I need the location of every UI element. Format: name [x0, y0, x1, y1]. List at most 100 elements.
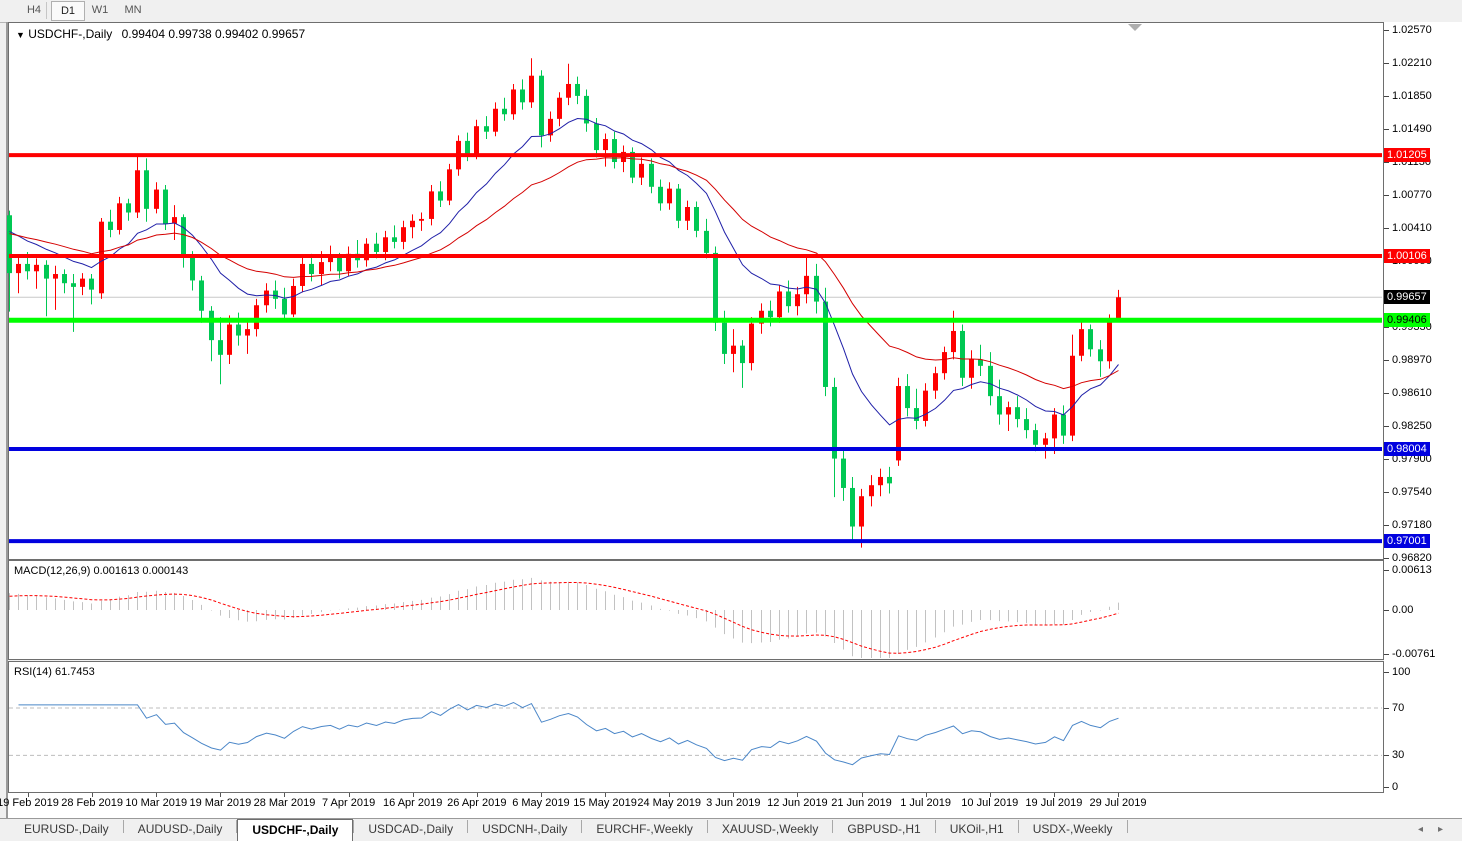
timeframe-button-mn[interactable]: MN [117, 1, 149, 19]
chart-tab-bar: ◂ ▸ EURUSD-,DailyAUDUSD-,DailyUSDCHF-,Da… [0, 818, 1462, 840]
date-tick-label: 3 Jun 2019 [706, 797, 760, 809]
candle [254, 299, 259, 337]
candle [1079, 320, 1084, 361]
symbol-tab-usdchf-daily[interactable]: USDCHF-,Daily [237, 819, 353, 841]
date-tick-label: 26 Apr 2019 [447, 797, 506, 809]
candle [117, 197, 122, 235]
rsi-tick-label: 30 [1392, 749, 1404, 761]
axis-tick-mark [1384, 459, 1389, 460]
trading-terminal: { "toolbar": { "timeframes": ["H4", "D1"… [0, 0, 1462, 840]
candle [484, 116, 489, 139]
price-level-badge: 0.98004 [1384, 442, 1430, 456]
candle [199, 276, 204, 323]
candle [584, 89, 589, 131]
chart-ohlc-values: 0.99404 0.99738 0.99402 0.99657 [122, 27, 306, 41]
candle [291, 279, 296, 318]
rsi-tick-label: 0 [1392, 781, 1398, 793]
candle [649, 158, 654, 193]
price-tick-label: 0.96820 [1392, 552, 1432, 564]
candle [694, 201, 699, 237]
axis-tick-mark [1384, 228, 1389, 229]
candle [878, 469, 883, 497]
symbol-tab-ukoil-h1[interactable]: UKOil-,H1 [936, 819, 1018, 840]
candlestick-chart[interactable] [8, 22, 1384, 560]
tab-scroll-right-icon[interactable]: ▸ [1438, 824, 1443, 835]
candle [557, 92, 562, 126]
candle [44, 260, 49, 316]
symbol-tab-eurusd-daily[interactable]: EURUSD-,Daily [10, 819, 123, 840]
axis-tick-mark [1384, 63, 1389, 64]
date-tick-label: 12 Jun 2019 [767, 797, 828, 809]
price-level-badge: 1.00106 [1384, 249, 1430, 263]
candle [1015, 396, 1020, 427]
date-tick-label: 16 Apr 2019 [383, 797, 442, 809]
macd-chart[interactable] [8, 560, 1384, 660]
symbol-tab-gbpusd-h1[interactable]: GBPUSD-,H1 [833, 819, 934, 840]
symbol-tab-usdcnh-daily[interactable]: USDCNH-,Daily [468, 819, 581, 840]
candle [144, 158, 149, 221]
axis-tick-mark [1384, 426, 1389, 427]
candle [511, 84, 516, 120]
timeframe-button-w1[interactable]: W1 [84, 1, 116, 19]
timeframe-button-h4[interactable]: H4 [18, 1, 50, 19]
rsi-tick-label: 100 [1392, 666, 1410, 678]
symbol-dropdown-icon[interactable]: ▼ [16, 30, 25, 40]
price-tick-label: 0.98610 [1392, 387, 1432, 399]
candle [245, 320, 250, 354]
rsi-chart[interactable] [8, 661, 1384, 793]
price-tick-label: 1.00770 [1392, 189, 1432, 201]
date-tick-label: 7 Apr 2019 [322, 797, 375, 809]
candle [869, 475, 874, 506]
candle [1061, 405, 1066, 444]
candle [209, 306, 214, 361]
axis-tick-mark [1384, 525, 1389, 526]
candle [410, 214, 415, 238]
candle [630, 147, 635, 183]
candle [346, 246, 351, 275]
candle [1070, 335, 1075, 442]
axis-tick-mark [1384, 787, 1389, 788]
candle [933, 367, 938, 399]
candle [502, 98, 507, 121]
axis-tick-mark [1384, 570, 1389, 571]
axis-tick-mark [1384, 654, 1389, 655]
axis-tick-mark [1384, 393, 1389, 394]
candle [135, 155, 140, 218]
chart-title: ▼ USDCHF-,Daily 0.99404 0.99738 0.99402 … [16, 27, 305, 41]
candle [7, 211, 12, 312]
date-tick-label: 19 Feb 2019 [0, 797, 59, 809]
candle [108, 210, 113, 238]
candle [282, 288, 287, 322]
candle [34, 258, 39, 288]
candle [16, 257, 21, 294]
candle [859, 489, 864, 548]
candle [529, 58, 534, 108]
symbol-tab-xauusd-weekly[interactable]: XAUUSD-,Weekly [708, 819, 832, 840]
axis-tick-mark [1384, 195, 1389, 196]
candle [53, 266, 58, 310]
candle [1098, 340, 1103, 377]
candle [300, 256, 305, 293]
date-tick-label: 28 Feb 2019 [61, 797, 123, 809]
price-tick-label: 0.97180 [1392, 519, 1432, 531]
candle [731, 329, 736, 372]
candle [181, 214, 186, 267]
candle [1116, 290, 1121, 321]
axis-tick-mark [1384, 162, 1389, 163]
price-level-badge: 0.99406 [1384, 313, 1430, 327]
date-tick-label: 19 Mar 2019 [189, 797, 251, 809]
candle [419, 213, 424, 231]
symbol-tab-usdcad-daily[interactable]: USDCAD-,Daily [354, 819, 467, 840]
axis-tick-mark [1384, 129, 1389, 130]
ma-slow-line [10, 158, 1119, 389]
timeframe-button-d1[interactable]: D1 [51, 1, 85, 21]
axis-tick-mark [1384, 672, 1389, 673]
date-tick-label: 21 Jun 2019 [831, 797, 892, 809]
symbol-tab-eurchf-weekly[interactable]: EURCHF-,Weekly [582, 819, 706, 840]
tab-scroll-left-icon[interactable]: ◂ [1418, 824, 1423, 835]
symbol-tab-usdx-weekly[interactable]: USDX-,Weekly [1019, 819, 1127, 840]
macd-tick-label: -0.00761 [1392, 648, 1435, 660]
candle [328, 246, 333, 272]
candle [566, 64, 571, 105]
symbol-tab-audusd-daily[interactable]: AUDUSD-,Daily [124, 819, 237, 840]
